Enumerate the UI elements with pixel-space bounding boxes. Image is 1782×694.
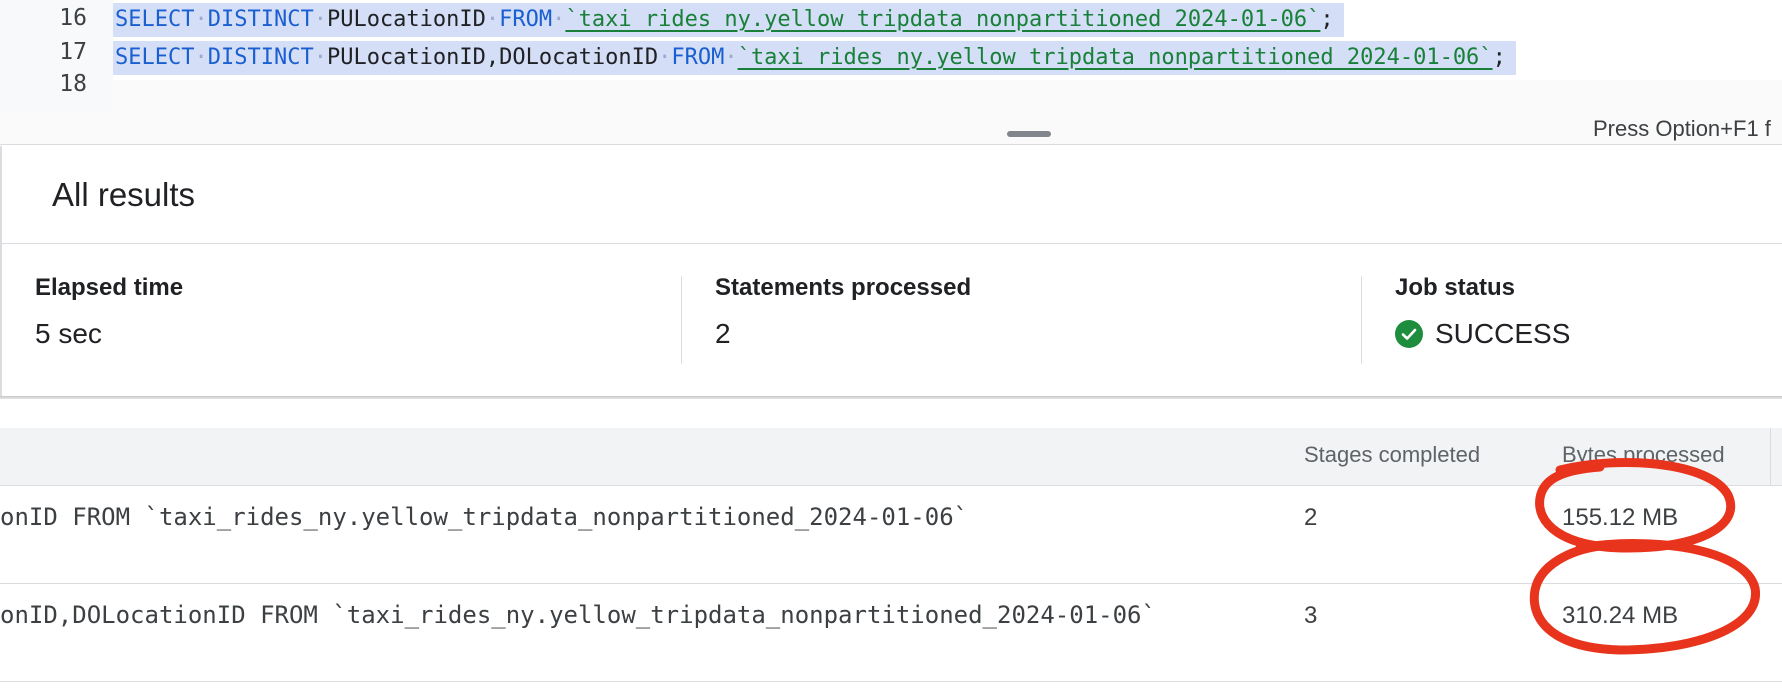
line-number: 17 [59, 39, 87, 65]
table-reference: `taxi_rides_ny.yellow_tripdata_nonpartit… [737, 45, 1493, 70]
sql-keyword: DISTINCT [207, 7, 314, 32]
accessibility-hint: Press Option+F1 f [1593, 116, 1771, 141]
bytes-processed: 310.24 MB [1562, 602, 1679, 629]
elapsed-time-stat: Elapsed time 5 sec [35, 274, 183, 350]
column-divider [1770, 428, 1771, 485]
code-line-16[interactable]: SELECT·DISTINCT·PULocationID·FROM·`taxi_… [113, 3, 1344, 37]
column-header-bytes[interactable]: Bytes processed [1562, 442, 1725, 468]
whitespace-marker: · [485, 7, 500, 32]
whitespace-marker: · [552, 7, 566, 32]
whitespace-marker: · [313, 45, 327, 70]
stages-completed: 2 [1304, 504, 1318, 531]
elapsed-time-label: Elapsed time [35, 274, 184, 301]
statements-table: Stages completed Bytes processed onID FR… [0, 428, 1782, 682]
job-status-text: SUCCESS [1435, 318, 1571, 349]
table-row[interactable]: onID,DOLocationID FROM `taxi_rides_ny.ye… [0, 584, 1782, 682]
job-status-label: Job status [1395, 274, 1516, 301]
sql-keyword: SELECT [115, 7, 195, 32]
sql-identifier: PULocationID,DOLocationID [326, 45, 659, 70]
sql-identifier: ; [1320, 7, 1334, 32]
statements-processed-stat: Statements processed 2 [715, 274, 971, 350]
code-line-17[interactable]: SELECT·DISTINCT·PULocationID,DOLocationI… [113, 41, 1516, 75]
line-number: 18 [59, 71, 87, 97]
sql-identifier: ; [1492, 45, 1506, 70]
job-status-value: SUCCESS [1395, 318, 1570, 350]
divider [681, 276, 682, 364]
sql-keyword: SELECT [115, 45, 195, 70]
resize-handle[interactable] [1007, 131, 1051, 137]
check-circle-icon [1395, 320, 1423, 348]
statements-processed-value: 2 [715, 318, 731, 349]
line-number-gutter: 16 17 18 [0, 0, 113, 112]
whitespace-marker: · [194, 7, 208, 32]
whitespace-marker: · [194, 45, 208, 70]
code-line-18[interactable] [113, 80, 1782, 112]
whitespace-marker: · [724, 45, 738, 70]
editor-results-divider [0, 112, 1782, 145]
statement-sql: onID,DOLocationID FROM `taxi_rides_ny.ye… [0, 601, 1156, 629]
results-title: All results [52, 176, 196, 213]
results-panel: All results Elapsed time 5 sec Statement… [0, 146, 1782, 396]
sql-editor[interactable]: 16 17 18 SELECT·DISTINCT·PULocationID·FR… [0, 0, 1782, 112]
sql-keyword: FROM [499, 7, 553, 32]
job-status-stat: Job status SUCCESS [1395, 274, 1570, 350]
whitespace-marker: · [313, 7, 327, 32]
divider [1361, 276, 1362, 364]
stages-completed: 3 [1304, 602, 1318, 629]
statement-sql: onID FROM `taxi_rides_ny.yellow_tripdata… [0, 503, 969, 531]
elapsed-time-value: 5 sec [35, 318, 102, 349]
sql-keyword: FROM [671, 45, 725, 70]
table-row[interactable]: onID FROM `taxi_rides_ny.yellow_tripdata… [0, 486, 1782, 584]
sql-identifier: PULocationID [326, 7, 486, 32]
line-number: 16 [59, 5, 87, 31]
panel-shadow [0, 396, 1782, 399]
bytes-processed: 155.12 MB [1562, 504, 1679, 531]
table-header: Stages completed Bytes processed [0, 428, 1782, 486]
whitespace-marker: · [658, 45, 672, 70]
column-header-stages[interactable]: Stages completed [1304, 442, 1480, 468]
divider [2, 243, 1782, 244]
sql-keyword: DISTINCT [207, 45, 314, 70]
table-reference: `taxi_rides_ny.yellow_tripdata_nonpartit… [565, 7, 1321, 32]
statements-processed-label: Statements processed [715, 274, 972, 301]
